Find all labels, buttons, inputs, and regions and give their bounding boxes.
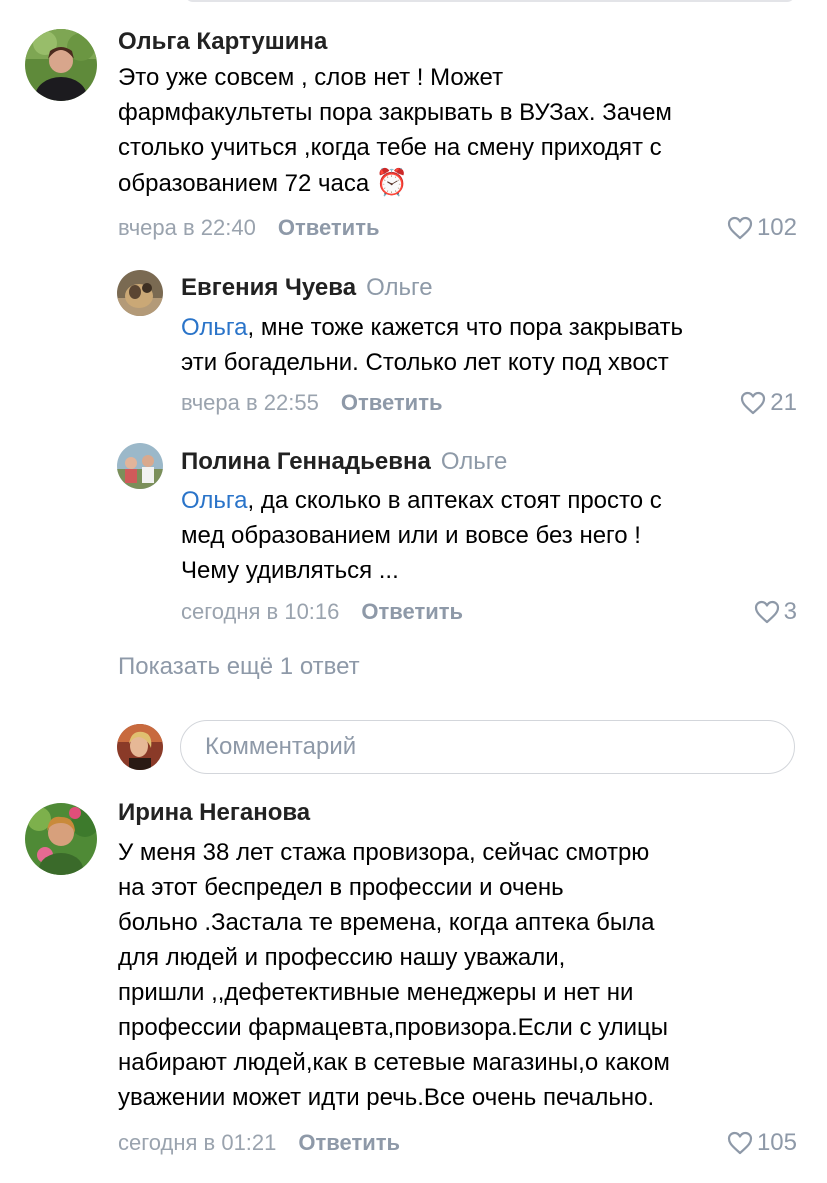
heart-icon — [740, 391, 766, 415]
heart-icon — [727, 1131, 753, 1155]
heart-icon — [727, 216, 753, 240]
current-user-avatar — [117, 724, 163, 770]
comment-text: Ольга, да сколько в аптеках стоят просто… — [181, 487, 662, 584]
comment-author[interactable]: Ирина Неганова — [118, 798, 310, 828]
comment-author[interactable]: Полина Геннадьевна Ольге — [181, 447, 507, 477]
like-count: 105 — [756, 1129, 797, 1156]
avatar[interactable] — [117, 270, 163, 316]
mention-link[interactable]: Ольга — [181, 487, 247, 514]
like-count: 21 — [770, 389, 797, 416]
comment-time: вчера в 22:40 — [118, 215, 256, 240]
previous-input-edge — [185, 0, 795, 2]
like-count: 3 — [783, 598, 797, 625]
comment-meta: вчера в 22:40 Ответить — [118, 213, 380, 243]
comment-time: вчера в 22:55 — [181, 390, 319, 415]
like-button[interactable]: 3 — [754, 597, 797, 627]
like-button[interactable]: 105 — [727, 1128, 797, 1158]
reply-button[interactable]: Ответить — [298, 1130, 400, 1155]
avatar[interactable] — [25, 803, 97, 875]
comment-time: сегодня в 01:21 — [118, 1130, 277, 1155]
comment-input[interactable] — [203, 721, 767, 773]
reply-to-label[interactable]: Ольге — [366, 274, 432, 301]
like-count: 102 — [756, 214, 797, 241]
comment-author[interactable]: Ольга Картушина — [118, 27, 327, 57]
comment-meta: сегодня в 10:16 Ответить — [181, 597, 463, 627]
comment-text: Ольга, мне тоже кажется что пора закрыва… — [181, 314, 684, 376]
comment-text: У меня 38 лет стажа провизора, сейчас см… — [118, 839, 670, 1111]
like-button[interactable]: 21 — [740, 388, 797, 418]
reply-to-label[interactable]: Ольге — [441, 448, 507, 475]
heart-icon — [754, 600, 780, 624]
reply-button[interactable]: Ответить — [361, 599, 463, 624]
mention-link[interactable]: Ольга — [181, 314, 247, 341]
comments-page: Ольга Картушина Это уже совсем , слов не… — [0, 0, 827, 1183]
reply-button[interactable]: Ответить — [278, 215, 380, 240]
avatar[interactable] — [25, 29, 97, 101]
show-more-replies-button[interactable]: Показать ещё 1 ответ — [118, 652, 360, 682]
reply-button[interactable]: Ответить — [341, 390, 443, 415]
comment-meta: сегодня в 01:21 Ответить — [118, 1128, 400, 1158]
like-button[interactable]: 102 — [727, 213, 797, 243]
comment-text: Это уже совсем , слов нет ! Может фармфа… — [118, 64, 672, 197]
comment-time: сегодня в 10:16 — [181, 599, 340, 624]
comment-author[interactable]: Евгения Чуева Ольге — [181, 273, 433, 303]
avatar[interactable] — [117, 443, 163, 489]
comment-meta: вчера в 22:55 Ответить — [181, 388, 443, 418]
comment-input-box[interactable] — [180, 720, 795, 774]
alarm-clock-emoji: ⏰ — [375, 167, 409, 197]
